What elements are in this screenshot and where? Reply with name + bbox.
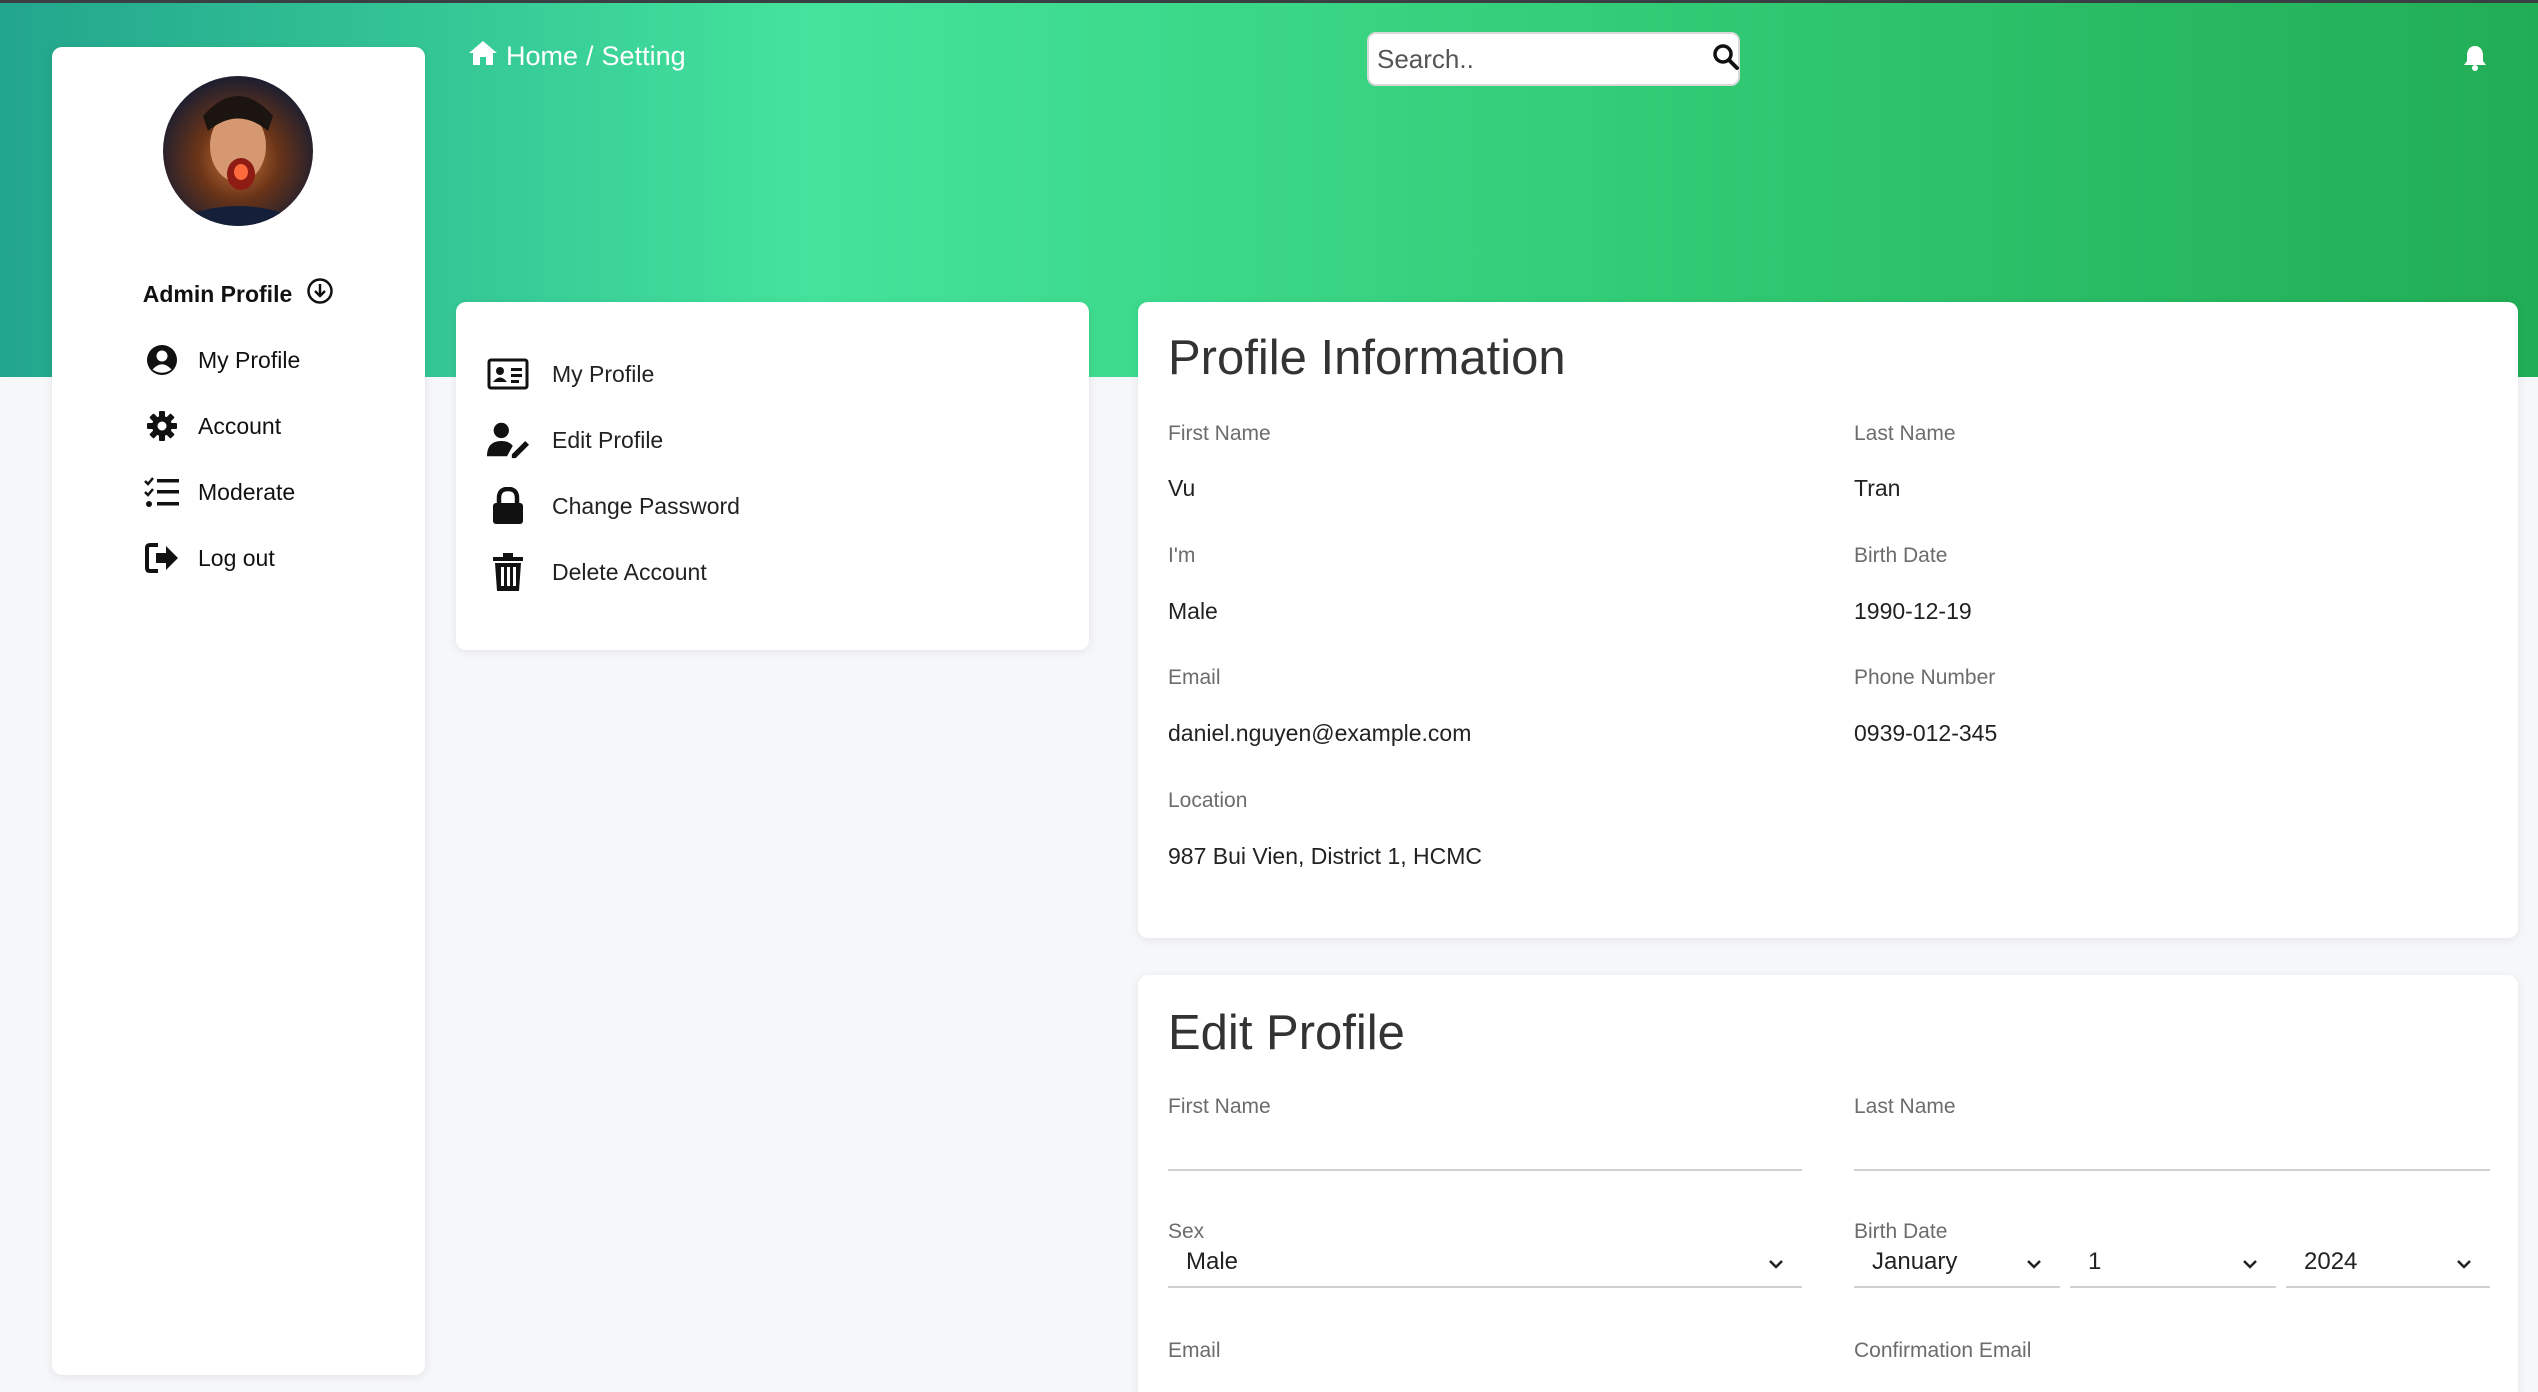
search-input[interactable] bbox=[1377, 43, 1712, 75]
gear-icon bbox=[144, 408, 180, 444]
breadcrumb: Home / Setting bbox=[468, 40, 686, 73]
edit-email-label: Email bbox=[1168, 1339, 1221, 1362]
menu-item-label: Delete Account bbox=[552, 558, 707, 585]
sex-select[interactable]: Male bbox=[1168, 1238, 1802, 1288]
birth-day-value: 1 bbox=[2088, 1248, 2102, 1275]
user-circle-icon bbox=[144, 342, 180, 378]
bell-icon[interactable] bbox=[2462, 44, 2488, 77]
sidebar-item-label: My Profile bbox=[198, 346, 301, 373]
birth-date-value: 1990-12-19 bbox=[1854, 598, 1972, 624]
email-value: daniel.nguyen@example.com bbox=[1168, 720, 1472, 746]
email-label: Email bbox=[1168, 666, 1221, 689]
birth-year-value: 2024 bbox=[2304, 1248, 2358, 1275]
birth-date-label: Birth Date bbox=[1854, 544, 1948, 567]
gender-value: Male bbox=[1168, 598, 1218, 624]
menu-item-change-password[interactable]: Change Password bbox=[456, 473, 1089, 539]
gender-label: I'm bbox=[1168, 544, 1196, 567]
menu-item-label: My Profile bbox=[552, 360, 655, 387]
menu-item-label: Change Password bbox=[552, 492, 740, 519]
phone-label: Phone Number bbox=[1854, 666, 1996, 689]
phone-value: 0939-012-345 bbox=[1854, 720, 1998, 746]
sidebar-item-account[interactable]: Account bbox=[144, 393, 300, 459]
birth-year-select[interactable]: 2024 bbox=[2286, 1238, 2490, 1288]
location-label: Location bbox=[1168, 789, 1248, 812]
sex-select-value: Male bbox=[1186, 1248, 1239, 1275]
sidebar-item-label: Log out bbox=[198, 544, 275, 571]
id-card-icon bbox=[486, 352, 530, 396]
arrow-down-circle-icon[interactable] bbox=[306, 277, 334, 311]
first-name-value: Vu bbox=[1168, 475, 1196, 501]
chevron-down-icon bbox=[2026, 1248, 2042, 1276]
edit-first-name-label: First Name bbox=[1168, 1095, 1271, 1118]
last-name-label: Last Name bbox=[1854, 422, 1956, 445]
confirm-email-label: Confirmation Email bbox=[1854, 1339, 2032, 1362]
first-name-input[interactable] bbox=[1168, 1127, 1802, 1171]
avatar[interactable] bbox=[163, 76, 313, 226]
search-icon[interactable] bbox=[1712, 43, 1740, 76]
settings-menu: My Profile Edit Profile Change Password … bbox=[456, 302, 1089, 650]
location-value: 987 Bui Vien, District 1, HCMC bbox=[1168, 843, 1483, 869]
edit-profile-card: Edit Profile First Name Last Name Sex Ma… bbox=[1138, 975, 2518, 1392]
profile-name: Admin Profile bbox=[142, 280, 293, 307]
list-check-icon bbox=[144, 474, 180, 510]
sidebar: Admin Profile My Profile Account Moderat… bbox=[52, 47, 425, 1375]
trash-icon bbox=[486, 550, 530, 594]
breadcrumb-separator: / bbox=[586, 41, 594, 71]
chevron-down-icon bbox=[1768, 1248, 1784, 1276]
lock-icon bbox=[486, 484, 530, 528]
menu-item-label: Edit Profile bbox=[552, 426, 664, 453]
sidebar-item-logout[interactable]: Log out bbox=[144, 525, 300, 591]
first-name-label: First Name bbox=[1168, 422, 1271, 445]
user-edit-icon bbox=[486, 418, 530, 462]
menu-item-my-profile[interactable]: My Profile bbox=[456, 341, 1089, 407]
sidebar-item-my-profile[interactable]: My Profile bbox=[144, 327, 300, 393]
sidebar-item-label: Moderate bbox=[198, 478, 296, 505]
profile-info-title: Profile Information bbox=[1168, 331, 1566, 385]
sidebar-item-moderate[interactable]: Moderate bbox=[144, 459, 300, 525]
menu-item-edit-profile[interactable]: Edit Profile bbox=[456, 407, 1089, 473]
last-name-input[interactable] bbox=[1854, 1127, 2490, 1171]
menu-item-delete-account[interactable]: Delete Account bbox=[456, 539, 1089, 605]
profile-info-card: Profile Information First Name Vu Last N… bbox=[1138, 302, 2518, 938]
edit-profile-title: Edit Profile bbox=[1168, 1006, 1405, 1060]
breadcrumb-home[interactable]: Home bbox=[506, 41, 578, 72]
home-icon[interactable] bbox=[468, 40, 498, 73]
chevron-down-icon bbox=[2242, 1248, 2258, 1276]
last-name-value: Tran bbox=[1854, 475, 1901, 501]
edit-last-name-label: Last Name bbox=[1854, 1095, 1956, 1118]
profile-name-row: Admin Profile bbox=[52, 277, 425, 311]
search-bar bbox=[1367, 32, 1740, 86]
breadcrumb-current: Setting bbox=[601, 41, 686, 71]
sidebar-nav: My Profile Account Moderate Log out bbox=[144, 327, 300, 591]
birth-month-select[interactable]: January bbox=[1854, 1238, 2060, 1288]
birth-day-select[interactable]: 1 bbox=[2070, 1238, 2276, 1288]
logout-icon bbox=[144, 540, 180, 576]
chevron-down-icon bbox=[2456, 1248, 2472, 1276]
sidebar-item-label: Account bbox=[198, 412, 282, 439]
birth-month-value: January bbox=[1872, 1248, 1958, 1275]
